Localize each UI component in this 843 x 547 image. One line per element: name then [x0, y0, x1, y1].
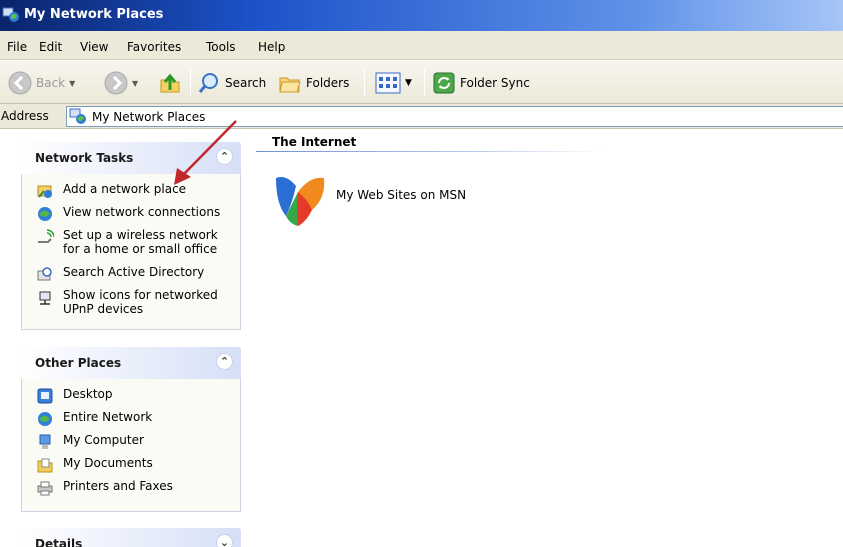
- task-label: Search Active Directory: [63, 265, 205, 279]
- menu-bar: File Edit View Favorites Tools Help: [0, 31, 843, 60]
- globe-icon: [38, 412, 52, 426]
- details-panel: Details ⌄: [21, 528, 241, 547]
- task-label: Add a network place: [63, 182, 187, 196]
- add-network-place-icon: [37, 185, 52, 198]
- back-button[interactable]: Back ▼: [8, 71, 75, 95]
- menu-favorites[interactable]: Favorites: [127, 40, 181, 54]
- folders-icon: [279, 77, 301, 93]
- search-icon: [198, 73, 218, 93]
- toolbar: Back ▼ ▼ Search Folders ▼ Folder Sync: [0, 60, 843, 104]
- search-directory-icon: [37, 267, 52, 281]
- computer-icon: [39, 434, 51, 449]
- menu-help[interactable]: Help: [258, 40, 285, 54]
- title-bar: My Network Places: [0, 0, 843, 31]
- search-button[interactable]: Search: [197, 71, 266, 95]
- place-desktop[interactable]: Desktop: [36, 387, 113, 405]
- address-value: My Network Places: [92, 110, 206, 124]
- task-label: Show icons for networked UPnP devices: [63, 288, 218, 316]
- wireless-network-icon: [38, 229, 54, 243]
- desktop-icon: [37, 388, 53, 404]
- other-places-panel: Other Places ⌃ Desktop Entire Network My…: [21, 347, 241, 512]
- task-view-network-connections[interactable]: View network connections: [36, 205, 220, 223]
- network-tasks-title: Network Tasks: [35, 151, 134, 165]
- collapse-chevron-icon[interactable]: ⌃: [216, 353, 233, 370]
- place-my-computer[interactable]: My Computer: [36, 433, 144, 451]
- folders-label: Folders: [306, 76, 350, 90]
- place-printers-faxes[interactable]: Printers and Faxes: [36, 479, 173, 497]
- task-pane: Network Tasks ⌃ Add a network place View…: [0, 130, 256, 547]
- details-title: Details: [35, 537, 83, 547]
- toolbar-separator: [424, 68, 425, 96]
- task-setup-wireless[interactable]: Set up a wireless network for a home or …: [36, 228, 218, 256]
- details-header[interactable]: Details ⌄: [21, 528, 241, 547]
- collapse-chevron-icon[interactable]: ⌃: [216, 148, 233, 165]
- folders-button[interactable]: Folders: [278, 71, 349, 95]
- network-item-msn[interactable]: My Web Sites on MSN: [272, 170, 466, 230]
- msn-butterfly-icon: [276, 177, 325, 226]
- menu-view[interactable]: View: [80, 40, 108, 54]
- group-divider: [256, 151, 606, 152]
- item-label: My Web Sites on MSN: [336, 188, 467, 202]
- expand-chevron-icon[interactable]: ⌄: [216, 534, 233, 547]
- documents-folder-icon: [37, 458, 53, 473]
- menu-tools[interactable]: Tools: [206, 40, 236, 54]
- network-places-icon: [69, 108, 86, 124]
- menu-edit[interactable]: Edit: [39, 40, 62, 54]
- network-tasks-body: Add a network place View network connect…: [21, 174, 241, 330]
- network-connections-icon: [38, 207, 52, 221]
- toolbar-separator: [364, 68, 365, 96]
- network-tasks-header[interactable]: Network Tasks ⌃: [21, 142, 241, 174]
- task-add-network-place[interactable]: Add a network place: [36, 182, 186, 200]
- place-label: Entire Network: [63, 410, 153, 424]
- chevron-down-icon: ▼: [132, 78, 139, 88]
- chevron-down-icon: ▼: [405, 78, 412, 88]
- folder-sync-label: Folder Sync: [460, 76, 530, 90]
- toolbar-separator: [190, 68, 191, 96]
- folder-sync-button[interactable]: Folder Sync: [432, 71, 530, 95]
- folder-sync-icon: [433, 72, 455, 94]
- views-icon: [375, 72, 401, 94]
- task-search-active-directory[interactable]: Search Active Directory: [36, 265, 204, 283]
- task-show-upnp[interactable]: Show icons for networked UPnP devices: [36, 288, 218, 316]
- printer-icon: [37, 481, 53, 496]
- network-places-icon: [2, 7, 19, 22]
- back-label: Back: [36, 76, 66, 90]
- place-entire-network[interactable]: Entire Network: [36, 410, 152, 428]
- place-label: Printers and Faxes: [63, 479, 173, 493]
- back-arrow-icon: [8, 71, 32, 95]
- up-folder-button[interactable]: [158, 71, 182, 95]
- network-tasks-panel: Network Tasks ⌃ Add a network place View…: [21, 142, 241, 330]
- chevron-down-icon: ▼: [69, 78, 76, 88]
- address-label: Address: [1, 109, 49, 123]
- address-field[interactable]: My Network Places: [66, 106, 843, 127]
- place-label: Desktop: [63, 387, 113, 401]
- task-label: View network connections: [63, 205, 221, 219]
- other-places-header[interactable]: Other Places ⌃: [21, 347, 241, 379]
- address-bar: Address My Network Places: [0, 104, 843, 129]
- place-label: My Computer: [63, 433, 144, 447]
- upnp-device-icon: [39, 291, 51, 305]
- forward-arrow-icon: [104, 71, 128, 95]
- place-my-documents[interactable]: My Documents: [36, 456, 153, 474]
- menu-file[interactable]: File: [7, 40, 27, 54]
- task-label: Set up a wireless network for a home or …: [63, 228, 218, 256]
- other-places-title: Other Places: [35, 356, 122, 370]
- place-label: My Documents: [63, 456, 153, 470]
- group-title: The Internet: [272, 135, 357, 149]
- forward-button[interactable]: ▼: [104, 71, 138, 95]
- search-label: Search: [225, 76, 267, 90]
- window-title: My Network Places: [24, 7, 164, 22]
- other-places-body: Desktop Entire Network My Computer My Do…: [21, 379, 241, 512]
- views-button[interactable]: ▼: [375, 71, 412, 95]
- up-folder-icon: [160, 73, 180, 93]
